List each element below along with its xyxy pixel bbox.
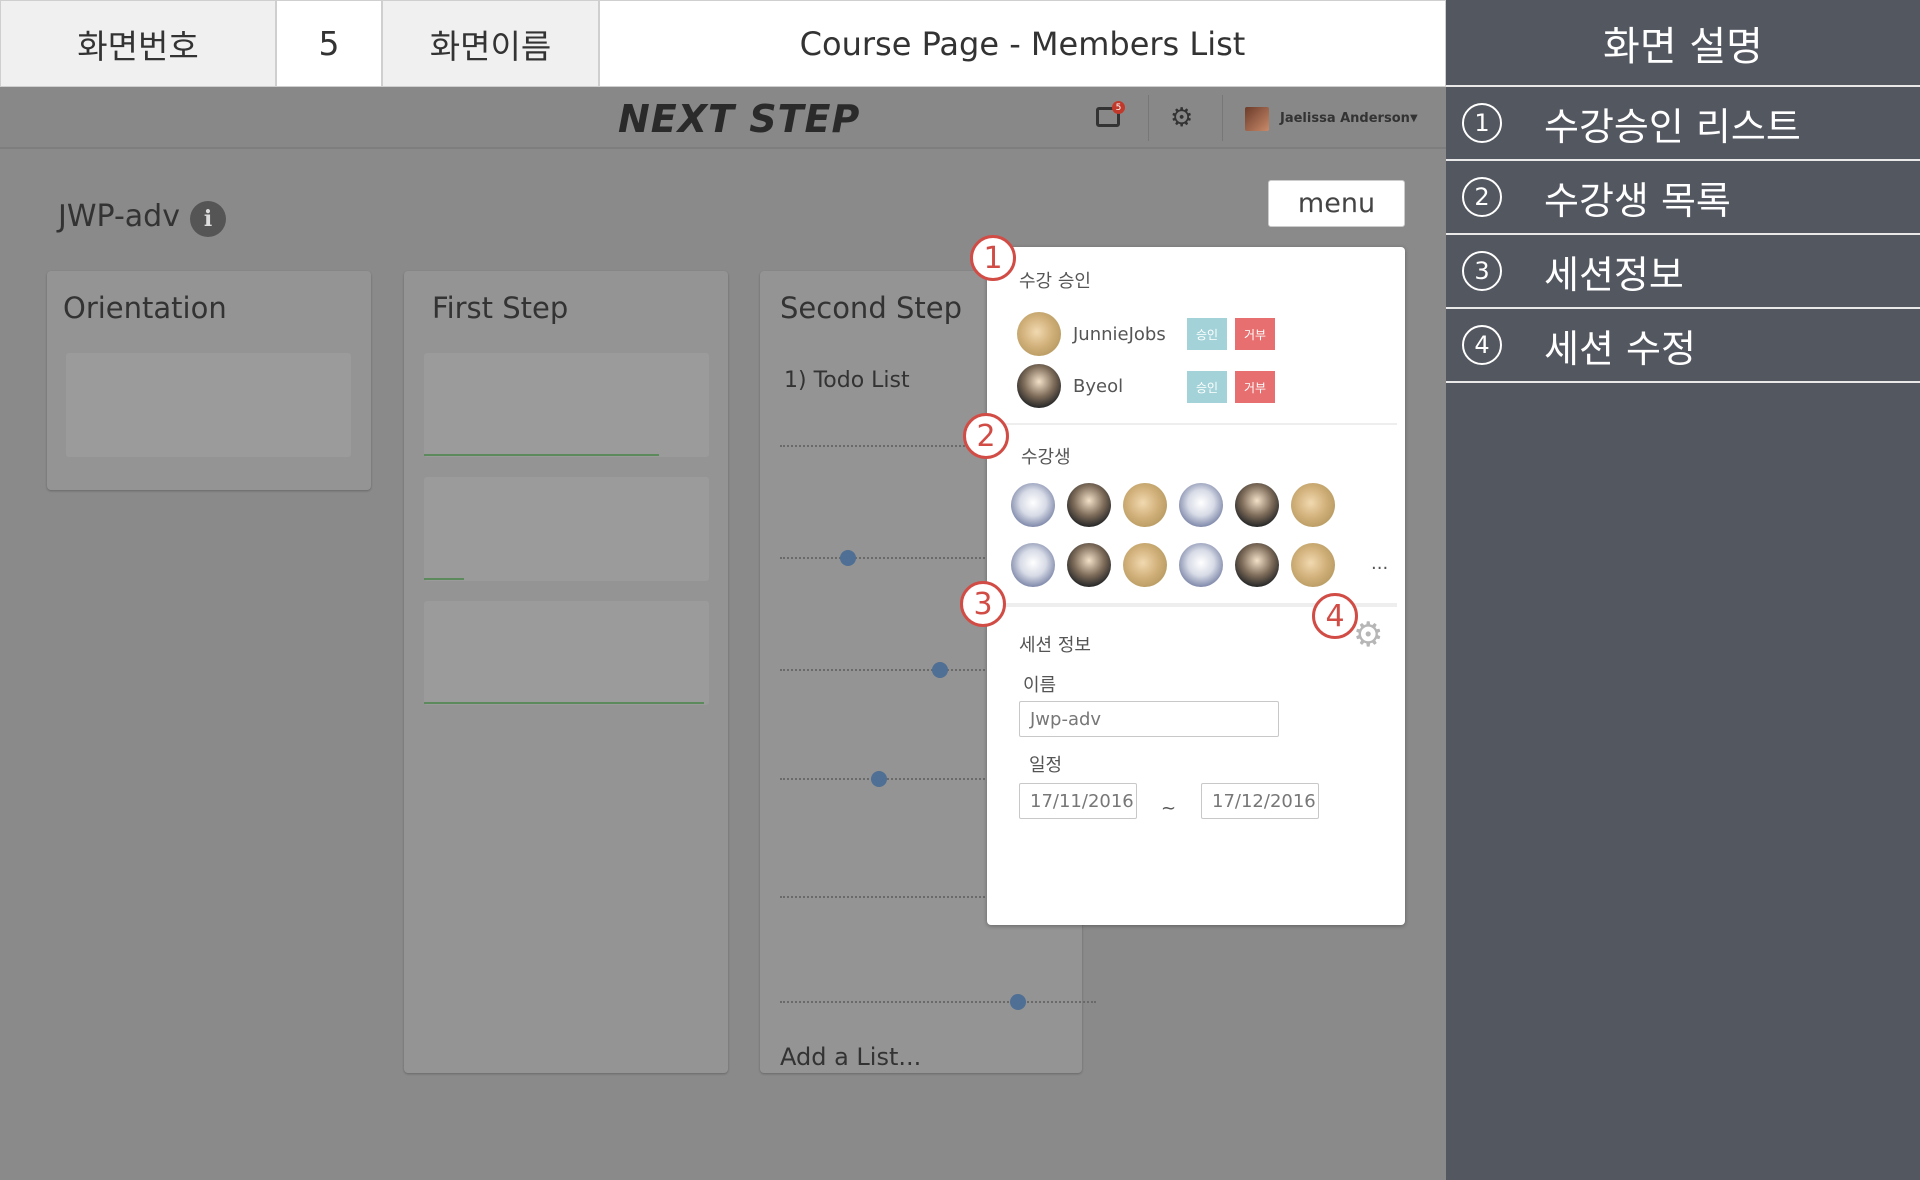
description-number: 1	[1462, 103, 1502, 143]
description-number: 2	[1462, 177, 1502, 217]
todo-list-title[interactable]: 1) Todo List	[784, 368, 910, 393]
description-number: 3	[1462, 251, 1502, 291]
screen-number: 5	[276, 0, 382, 87]
timeline-dot[interactable]	[932, 662, 948, 678]
timeline-line	[780, 1001, 1096, 1003]
members-row	[1011, 483, 1335, 527]
spec-header: 화면번호 5 화면이름 Course Page - Members List	[0, 0, 1446, 87]
avatar	[1017, 364, 1061, 408]
description-item-2: 2 수강생 목록	[1446, 161, 1920, 235]
divider	[987, 423, 1397, 425]
approval-row: JunnieJobs 승인 거부	[1017, 311, 1317, 357]
description-text: 수강승인 리스트	[1544, 104, 1801, 149]
annotation-marker-3: 3	[960, 581, 1006, 627]
description-title: 화면 설명	[1446, 0, 1920, 87]
user-avatar[interactable]	[1245, 107, 1269, 131]
card[interactable]	[424, 477, 709, 581]
date-separator: ~	[1161, 798, 1177, 819]
list-column-first-step: First Step	[404, 271, 728, 1073]
navbar-divider	[1148, 95, 1149, 141]
member-avatar[interactable]	[1179, 483, 1223, 527]
navbar-divider	[1222, 95, 1223, 141]
schedule-label: 일정	[1029, 755, 1063, 776]
card[interactable]	[66, 353, 351, 457]
members-title: 수강생	[1021, 447, 1071, 468]
session-title: 세션 정보	[1019, 635, 1091, 656]
card[interactable]	[424, 601, 709, 705]
card-progress	[424, 454, 659, 456]
member-avatar[interactable]	[1011, 543, 1055, 587]
board-title: JWP-adv	[58, 199, 180, 234]
caret-down-icon[interactable]: ▼	[1410, 113, 1418, 124]
member-avatar[interactable]	[1235, 543, 1279, 587]
top-navbar: NEXT STEP 5 ⚙ Jaelissa Anderson ▼	[0, 87, 1446, 149]
approval-name: JunnieJobs	[1073, 323, 1166, 345]
member-avatar[interactable]	[1179, 543, 1223, 587]
members-row	[1011, 543, 1335, 587]
screen-number-label: 화면번호	[0, 0, 276, 87]
member-avatar[interactable]	[1291, 543, 1335, 587]
description-number: 4	[1462, 325, 1502, 365]
app-logo[interactable]: NEXT STEP	[618, 97, 860, 141]
notification-badge: 5	[1112, 101, 1125, 114]
card-progress	[424, 578, 464, 580]
more-members[interactable]: ...	[1371, 553, 1388, 574]
member-avatar[interactable]	[1067, 483, 1111, 527]
timeline-dot[interactable]	[1010, 994, 1026, 1010]
annotation-marker-4: 4	[1312, 593, 1358, 639]
list-column-orientation: Orientation	[47, 271, 371, 490]
start-date-input[interactable]: 17/11/2016	[1019, 783, 1137, 819]
session-name-input[interactable]: Jwp-adv	[1019, 701, 1279, 737]
description-item-4: 4 세션 수정	[1446, 309, 1920, 383]
member-avatar[interactable]	[1011, 483, 1055, 527]
avatar	[1017, 312, 1061, 356]
member-avatar[interactable]	[1291, 483, 1335, 527]
description-text: 세션정보	[1544, 252, 1684, 297]
member-avatar[interactable]	[1123, 543, 1167, 587]
members-popup: 수강 승인 JunnieJobs 승인 거부 Byeol 승인 거부 수강생 .…	[987, 247, 1405, 925]
description-item-1: 1 수강승인 리스트	[1446, 87, 1920, 161]
card[interactable]	[424, 353, 709, 457]
column-title: Orientation	[63, 291, 227, 325]
name-label: 이름	[1023, 675, 1057, 696]
approve-button[interactable]: 승인	[1187, 318, 1227, 350]
screen-name: Course Page - Members List	[599, 0, 1446, 87]
gear-icon[interactable]: ⚙	[1170, 105, 1193, 131]
column-title: First Step	[432, 291, 569, 325]
description-text: 세션 수정	[1544, 326, 1696, 371]
annotation-marker-2: 2	[963, 413, 1009, 459]
info-icon[interactable]: i	[190, 201, 226, 237]
member-avatar[interactable]	[1235, 483, 1279, 527]
card-progress	[424, 702, 704, 704]
column-title: Second Step	[780, 291, 962, 325]
member-avatar[interactable]	[1067, 543, 1111, 587]
screen-name-label: 화면이름	[382, 0, 599, 87]
end-date-input[interactable]: 17/12/2016	[1201, 783, 1319, 819]
add-list-link[interactable]: Add a List...	[780, 1043, 921, 1071]
app-area: NEXT STEP 5 ⚙ Jaelissa Anderson ▼ JWP-ad…	[0, 87, 1446, 1180]
timeline-dot[interactable]	[840, 550, 856, 566]
description-panel: 화면 설명 1 수강승인 리스트 2 수강생 목록 3 세션정보 4 세션 수정	[1446, 0, 1920, 1180]
approve-button[interactable]: 승인	[1187, 371, 1227, 403]
menu-button[interactable]: menu	[1268, 180, 1405, 227]
member-avatar[interactable]	[1123, 483, 1167, 527]
user-name[interactable]: Jaelissa Anderson	[1280, 111, 1410, 126]
gear-icon[interactable]: ⚙	[1353, 618, 1383, 652]
approval-title: 수강 승인	[1019, 271, 1091, 292]
approval-row: Byeol 승인 거부	[1017, 363, 1317, 409]
reject-button[interactable]: 거부	[1235, 371, 1275, 403]
reject-button[interactable]: 거부	[1235, 318, 1275, 350]
timeline-dot[interactable]	[871, 771, 887, 787]
annotation-marker-1: 1	[970, 235, 1016, 281]
approval-name: Byeol	[1073, 375, 1124, 397]
description-item-3: 3 세션정보	[1446, 235, 1920, 309]
description-text: 수강생 목록	[1544, 178, 1731, 223]
